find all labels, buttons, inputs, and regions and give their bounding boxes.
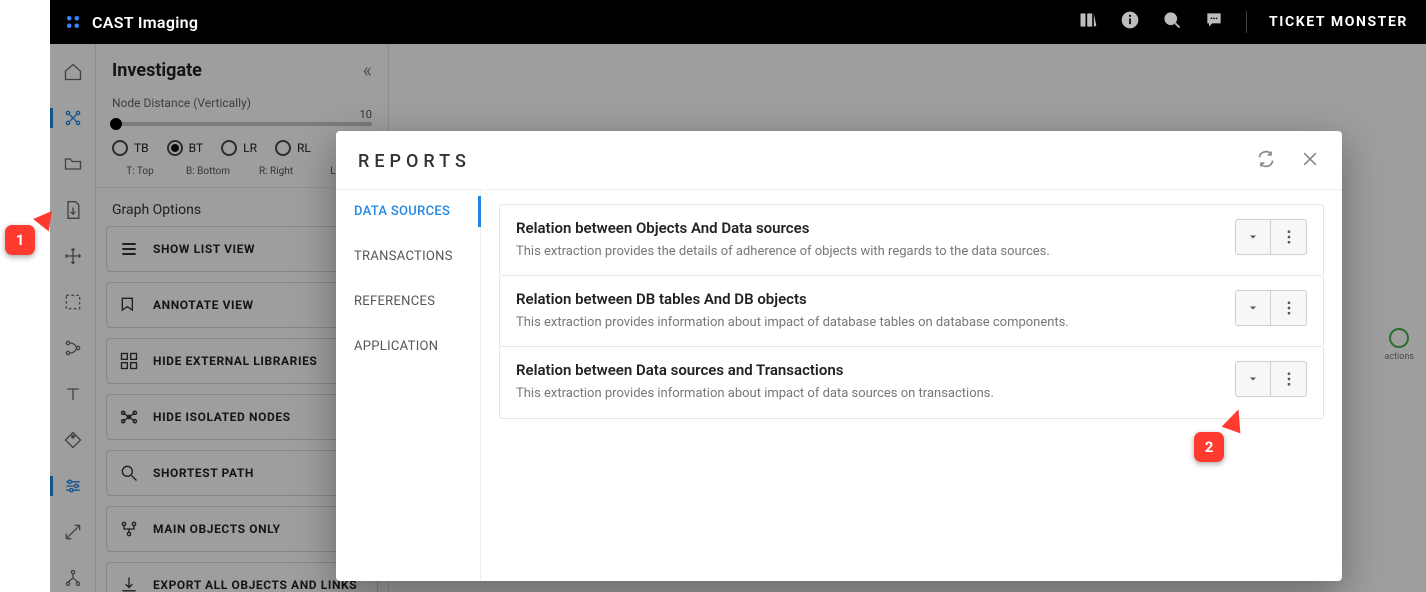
download-button[interactable] — [1235, 290, 1271, 326]
library-icon[interactable] — [1078, 10, 1098, 34]
report-desc: This extraction provides the details of … — [516, 243, 1219, 261]
brand-name: CAST Imaging — [92, 13, 198, 32]
annotation-marker-2: 2 — [1194, 432, 1224, 462]
cast-logo-icon — [64, 13, 82, 31]
more-menu-button[interactable] — [1271, 361, 1307, 397]
report-title: Relation between Objects And Data source… — [516, 219, 1219, 237]
refresh-icon[interactable] — [1256, 149, 1276, 173]
report-row: Relation between DB tables And DB object… — [499, 275, 1324, 347]
annotation-marker-1: 1 — [5, 225, 35, 255]
search-icon[interactable] — [1162, 10, 1182, 34]
modal-title: REPORTS — [358, 151, 471, 172]
report-desc: This extraction provides information abo… — [516, 385, 1219, 403]
more-menu-button[interactable] — [1271, 290, 1307, 326]
chat-icon[interactable] — [1204, 10, 1224, 34]
report-title: Relation between Data sources and Transa… — [516, 361, 1219, 379]
download-button[interactable] — [1235, 361, 1271, 397]
report-title: Relation between DB tables And DB object… — [516, 290, 1219, 308]
more-menu-button[interactable] — [1271, 219, 1307, 255]
tab-data-sources[interactable]: DATA SOURCES — [354, 200, 480, 223]
tab-references[interactable]: REFERENCES — [354, 290, 480, 313]
download-button[interactable] — [1235, 219, 1271, 255]
tab-transactions[interactable]: TRANSACTIONS — [354, 245, 480, 268]
separator — [1246, 11, 1247, 33]
modal-tabs: DATA SOURCES TRANSACTIONS REFERENCES APP… — [336, 190, 481, 581]
app-name[interactable]: TICKET MONSTER — [1269, 14, 1408, 30]
close-icon[interactable] — [1300, 149, 1320, 173]
report-row: Relation between Data sources and Transa… — [499, 346, 1324, 418]
brand-logo: CAST Imaging — [64, 13, 198, 32]
report-row: Relation between Objects And Data source… — [499, 204, 1324, 276]
tab-application[interactable]: APPLICATION — [354, 335, 480, 358]
report-desc: This extraction provides information abo… — [516, 314, 1219, 332]
reports-modal: REPORTS DATA SOURCES TRANSACTIONS REFERE… — [336, 131, 1342, 581]
reports-list: Relation between Objects And Data source… — [481, 190, 1342, 581]
top-bar: CAST Imaging TICKET MONSTER — [50, 0, 1426, 44]
info-icon[interactable] — [1120, 10, 1140, 34]
